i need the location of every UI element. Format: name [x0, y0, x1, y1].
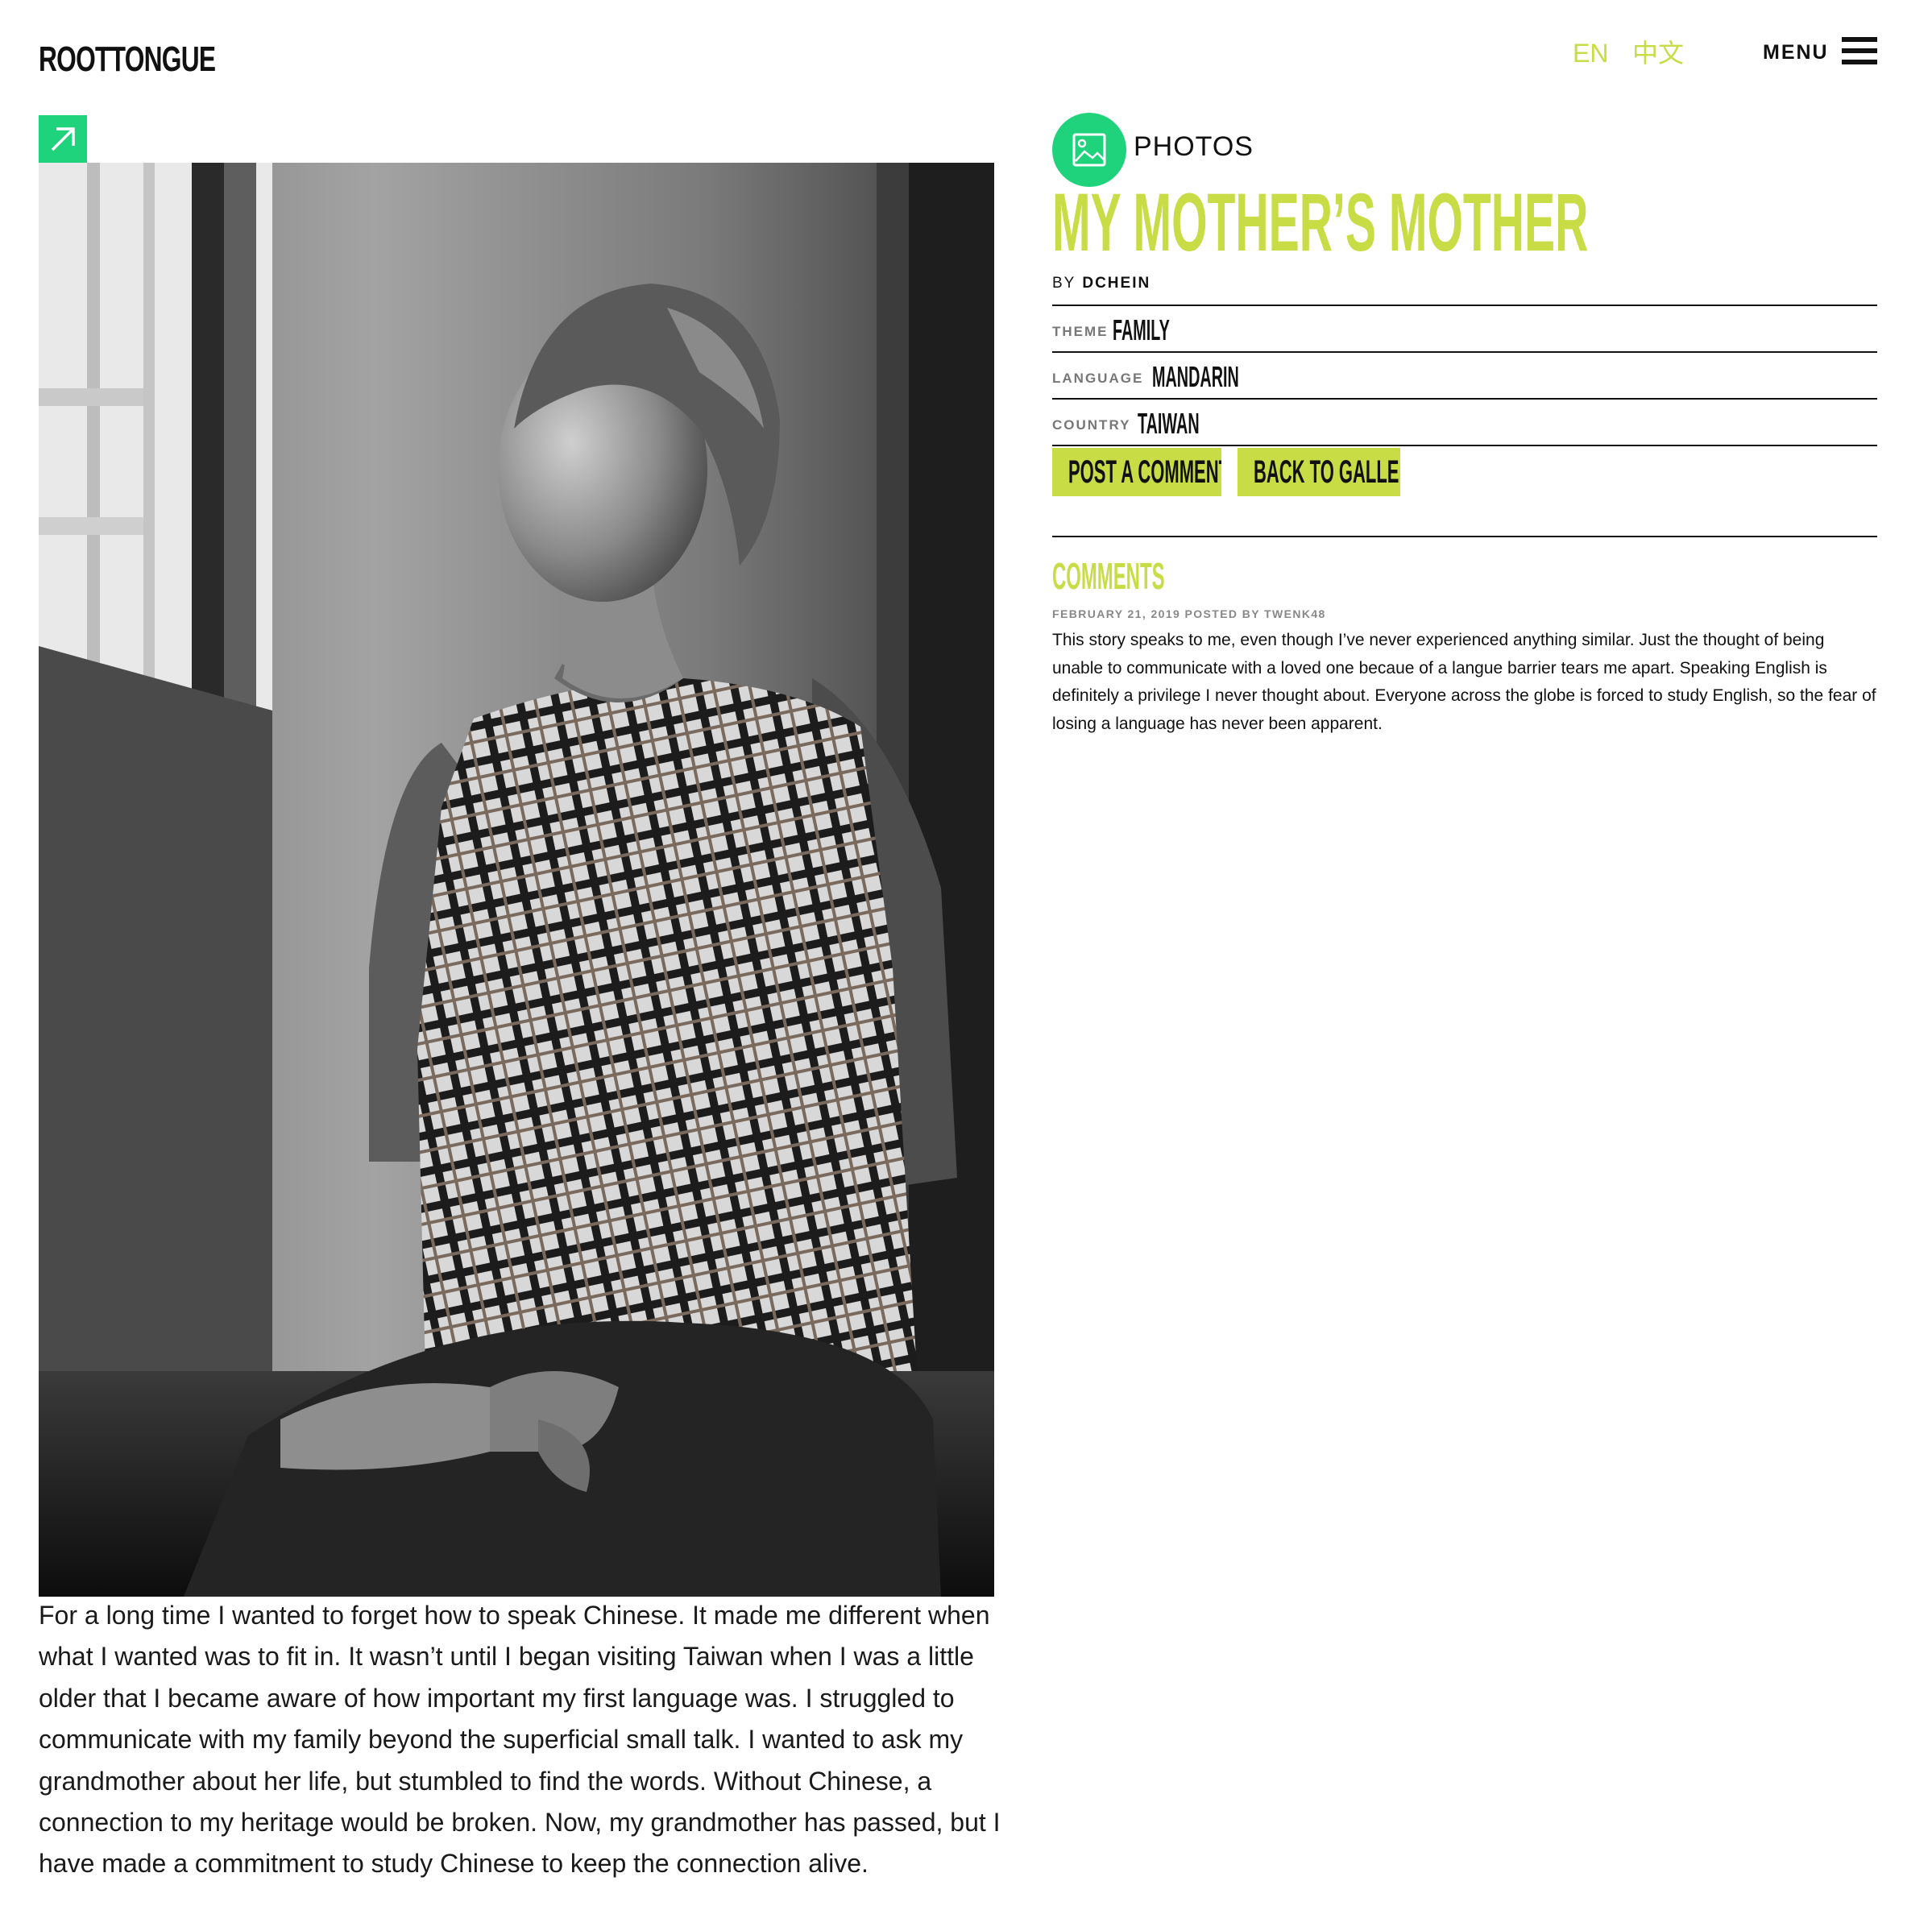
back-to-gallery-button[interactable]: BACK TO GALLERY: [1238, 448, 1400, 496]
divider: [1052, 398, 1877, 400]
language-value[interactable]: MANDARIN: [1152, 361, 1239, 393]
comment-body: This story speaks to me, even though I’v…: [1052, 631, 1876, 733]
divider: [1052, 305, 1877, 306]
country-value[interactable]: TAIWAN: [1138, 408, 1200, 440]
arrow-up-right-icon[interactable]: [39, 115, 87, 164]
language-en-link[interactable]: EN: [1573, 37, 1608, 69]
post-title: MY MOTHER’S MOTHER: [1052, 176, 1589, 268]
comment-meta: FEBRUARY 21, 2019 POSTED BY TWENK48: [1052, 607, 1326, 620]
divider: [1052, 351, 1877, 353]
divider: [1052, 536, 1877, 537]
author-link[interactable]: DCHEIN: [1082, 275, 1150, 292]
post-comment-label: POST A COMMENT: [1068, 454, 1221, 490]
country-label: COUNTRY: [1052, 417, 1131, 433]
by-label: BY: [1052, 275, 1076, 292]
byline: BY DCHEIN: [1052, 274, 1150, 293]
site-logo[interactable]: ROOTTONGUE: [39, 40, 216, 79]
theme-label: THEME: [1052, 324, 1109, 339]
language-zh-link[interactable]: 中文: [1632, 37, 1684, 69]
divider: [1052, 445, 1877, 446]
back-to-gallery-label: BACK TO GALLERY: [1254, 454, 1400, 490]
menu-label[interactable]: MENU: [1763, 39, 1829, 66]
page-edge: [1916, 0, 1932, 1845]
comments-heading: COMMENTS: [1052, 555, 1165, 597]
post-type-label: PHOTOS: [1134, 131, 1254, 162]
theme-value[interactable]: FAMILY: [1113, 314, 1170, 346]
story-text: For a long time I wanted to forget how t…: [39, 1601, 1001, 1879]
story-photo[interactable]: [39, 163, 994, 1597]
language-label: LANGUAGE: [1052, 371, 1144, 386]
hamburger-icon[interactable]: [1842, 37, 1877, 64]
post-comment-button[interactable]: POST A COMMENT: [1052, 448, 1221, 496]
